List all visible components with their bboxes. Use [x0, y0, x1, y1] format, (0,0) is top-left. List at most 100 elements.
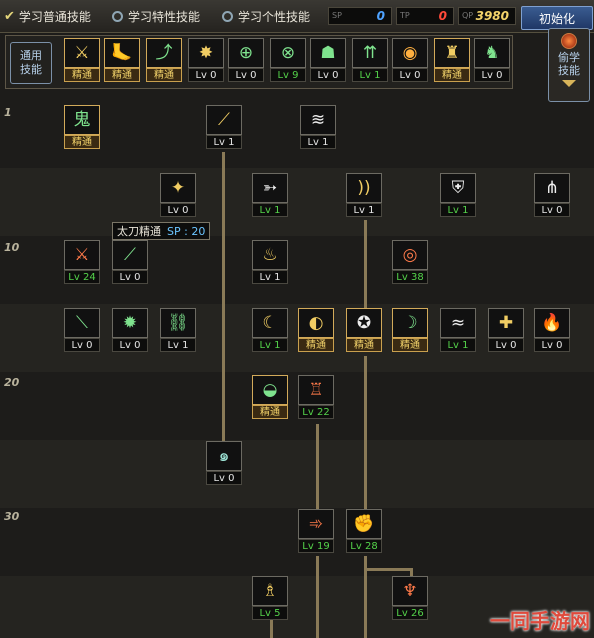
tree-connector	[364, 220, 367, 308]
ghost-sword-icon: 鬼	[64, 105, 100, 135]
skill-slot[interactable]: 🔥 Lv 0	[534, 308, 570, 352]
skill-level-label: 精通	[346, 338, 382, 352]
whirl-icon: ๑	[206, 441, 242, 471]
skill-level-label: Lv 1	[440, 338, 476, 352]
skill-slot[interactable]: ♜ 精通	[434, 38, 470, 82]
skill-slot[interactable]: ✚ Lv 0	[488, 308, 524, 352]
skill-slot[interactable]: ⟋ Lv 1	[206, 105, 242, 149]
skill-slot[interactable]: ♨ Lv 1	[252, 240, 288, 284]
skill-level-label: Lv 0	[64, 338, 100, 352]
skill-level-label: 精通	[434, 68, 470, 82]
runner-icon: ♞	[474, 38, 510, 68]
skill-slot[interactable]: ✸ Lv 0	[188, 38, 224, 82]
rise-icon: ⇈	[352, 38, 388, 68]
star-burst-icon: ✹	[112, 308, 148, 338]
skill-level-label: Lv 1	[300, 135, 336, 149]
tab-personal-skills[interactable]: 学习个性技能	[222, 6, 310, 26]
moon-icon: ☽	[392, 308, 428, 338]
tree-connector	[316, 556, 319, 638]
skill-slot[interactable]: ◐ 精通	[298, 308, 334, 352]
skill-slot[interactable]: 鬼精通	[64, 105, 100, 149]
fist-icon: ✊	[346, 509, 382, 539]
tab-trait-skills[interactable]: 学习特性技能	[112, 6, 200, 26]
skill-slot[interactable]: ≈ Lv 1	[440, 308, 476, 352]
skill-slot[interactable]: ⤴ 精通	[146, 38, 182, 82]
tree-connector	[270, 620, 273, 638]
flame-icon: ♨	[252, 240, 288, 270]
skill-slot[interactable]: ⊗ Lv 9	[270, 38, 306, 82]
tree-connector	[364, 356, 367, 512]
skill-level-label: Lv 0	[206, 471, 242, 485]
skill-level-label: Lv 0	[310, 68, 346, 82]
gem-icon	[561, 33, 577, 49]
eye-icon: ◉	[392, 38, 428, 68]
spread-icon: ⋔	[534, 173, 570, 203]
pentagram-icon: ✪	[346, 308, 382, 338]
wings-icon: ✸	[188, 38, 224, 68]
skill-level-label: Lv 0	[534, 203, 570, 217]
skill-slot[interactable]: ♖ Lv 22	[298, 375, 334, 419]
armor-icon: ♜	[434, 38, 470, 68]
radio-icon	[112, 10, 123, 22]
chain-icon: ⛓	[160, 308, 196, 338]
level-marker: 20	[4, 376, 20, 389]
skill-slot[interactable]: ♞ Lv 0	[474, 38, 510, 82]
tree-connector	[222, 152, 225, 444]
skill-slot[interactable]: ♗ Lv 5	[252, 576, 288, 620]
half-moon-icon: ◒	[252, 375, 288, 405]
skill-slot[interactable]: ➳ Lv 1	[252, 173, 288, 217]
target-icon: ⊕	[228, 38, 264, 68]
skill-slot[interactable]: ☗ Lv 0	[310, 38, 346, 82]
skill-slot[interactable]: ✦ Lv 0	[160, 173, 196, 217]
skill-slot[interactable]: ๑ Lv 0	[206, 441, 242, 485]
skill-level-label: 精通	[298, 338, 334, 352]
skill-slot[interactable]: ◎ Lv 38	[392, 240, 428, 284]
arrow-icon: ➳	[252, 173, 288, 203]
skill-slot[interactable]: ✊ Lv 28	[346, 509, 382, 553]
skill-slot[interactable]: ☾ Lv 1	[252, 308, 288, 352]
sword-icon: ⟋	[112, 240, 148, 270]
skill-level-label: Lv 0	[534, 338, 570, 352]
skill-slot[interactable]: ⚔ 精通	[64, 38, 100, 82]
skill-slot[interactable]: ⊕ Lv 0	[228, 38, 264, 82]
skill-slot[interactable]: ♆ Lv 26	[392, 576, 428, 620]
skill-level-label: Lv 1	[440, 203, 476, 217]
skill-slot[interactable]: ☽ 精通	[392, 308, 428, 352]
tab-label: 学习个性技能	[238, 9, 311, 24]
skill-slot[interactable]: ⇈ Lv 1	[352, 38, 388, 82]
skill-slot[interactable]: ◒ 精通	[252, 375, 288, 419]
skill-slot[interactable]: ⚔ Lv 24	[64, 240, 100, 284]
skill-slot[interactable]: ⟍ Lv 0	[64, 308, 100, 352]
tab-normal-skills[interactable]: ✔ 学习普通技能	[4, 6, 91, 26]
skill-slot[interactable]: ➾ Lv 19	[298, 509, 334, 553]
dragon-icon: ♆	[392, 576, 428, 606]
skill-slot[interactable]: )) Lv 1	[346, 173, 382, 217]
skill-slot[interactable]: ⟋ Lv 0	[112, 240, 148, 284]
skill-level-label: Lv 28	[346, 539, 382, 553]
skill-level-label: Lv 0	[112, 270, 148, 284]
skill-slot[interactable]: ⛓ Lv 1	[160, 308, 196, 352]
skill-slot[interactable]: 🦶 精通	[104, 38, 140, 82]
skill-slot[interactable]: ≋ Lv 1	[300, 105, 336, 149]
skill-slot[interactable]: ⛨ Lv 1	[440, 173, 476, 217]
skill-level-label: Lv 0	[160, 203, 196, 217]
skill-level-label: Lv 9	[270, 68, 306, 82]
skill-slot[interactable]: ✪ 精通	[346, 308, 382, 352]
reset-button[interactable]: 初始化	[521, 6, 593, 30]
skill-level-label: Lv 19	[298, 539, 334, 553]
skill-level-label: Lv 0	[474, 68, 510, 82]
fire-blade-icon: 🔥	[534, 308, 570, 338]
skill-level-label: Lv 0	[112, 338, 148, 352]
skill-slot[interactable]: ◉ Lv 0	[392, 38, 428, 82]
skill-tab-bar: ✔ 学习普通技能 学习特性技能 学习个性技能 SP 0 TP 0 QP 3980…	[0, 0, 594, 33]
level-marker: 1	[4, 106, 12, 119]
steal-skill-button[interactable]: 偷学 技能	[548, 28, 590, 102]
slash-icon: ⟋	[206, 105, 242, 135]
skill-level-label: Lv 1	[346, 203, 382, 217]
skill-slot[interactable]: ✹ Lv 0	[112, 308, 148, 352]
skill-level-label: Lv 24	[64, 270, 100, 284]
claw-icon: ≋	[300, 105, 336, 135]
dropdown-arrow-icon	[562, 80, 576, 87]
skill-slot[interactable]: ⋔ Lv 0	[534, 173, 570, 217]
skill-level-label: Lv 0	[188, 68, 224, 82]
